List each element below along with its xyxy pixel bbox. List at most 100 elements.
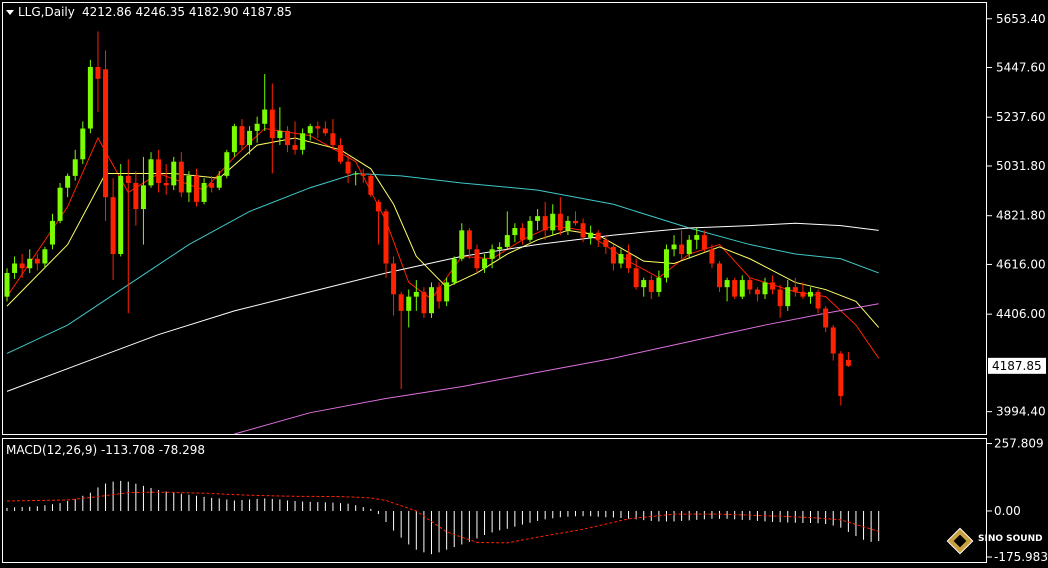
- price-tick-label: 5237.60: [996, 110, 1046, 124]
- price-tick-label: 5447.60: [996, 61, 1046, 75]
- candle-body: [504, 235, 510, 247]
- candle-body: [474, 249, 480, 269]
- candle-body: [482, 258, 488, 269]
- candle-body: [338, 145, 344, 162]
- candle: [148, 152, 154, 188]
- candle: [739, 275, 745, 300]
- candle-body: [284, 130, 290, 146]
- candle-body: [451, 258, 457, 283]
- candle-body: [231, 126, 237, 153]
- candle-body: [95, 66, 101, 79]
- candle-body: [49, 220, 55, 245]
- candle-body: [626, 254, 632, 269]
- macd-signal-line: [6, 491, 879, 544]
- candle: [103, 50, 109, 221]
- candle-body: [322, 128, 328, 134]
- candle-body: [307, 126, 313, 134]
- candle-body: [178, 161, 184, 193]
- candle: [542, 201, 548, 240]
- candle: [428, 282, 434, 318]
- candle-body: [42, 249, 48, 264]
- candle: [754, 287, 760, 302]
- macd-tick-label: -175.983: [994, 550, 1048, 564]
- candle: [482, 254, 488, 273]
- candle: [830, 325, 836, 361]
- candle: [648, 275, 654, 300]
- candle-body: [140, 185, 146, 210]
- current-price-label: 4187.85: [992, 359, 1042, 373]
- candle: [451, 256, 457, 285]
- macd-title: MACD(12,26,9) -113.708 -78.298: [6, 443, 205, 457]
- candle: [34, 254, 40, 271]
- candle-body: [459, 230, 465, 259]
- candle-body: [588, 232, 594, 238]
- macd-tick-label: 257.809: [994, 436, 1044, 450]
- candle-body: [406, 296, 412, 311]
- candle-body: [133, 182, 139, 210]
- candle: [368, 173, 374, 198]
- candle-body: [19, 263, 25, 269]
- dropdown-triangle-icon[interactable]: [6, 10, 14, 15]
- candle-body: [80, 128, 86, 160]
- candle-body: [770, 282, 776, 290]
- candle-body: [694, 235, 700, 240]
- candle-body: [444, 282, 450, 302]
- candle-body: [269, 109, 275, 138]
- candle-body: [656, 277, 662, 292]
- candle: [671, 235, 677, 257]
- candle-body: [209, 182, 215, 188]
- candle-body: [845, 359, 851, 366]
- candle: [118, 164, 124, 257]
- moving-average-line: [6, 222, 879, 392]
- candle-body: [368, 175, 374, 195]
- candle: [413, 280, 419, 311]
- candle-body: [686, 239, 692, 255]
- candle: [823, 306, 829, 333]
- candle: [663, 244, 669, 283]
- candle-body: [573, 220, 578, 224]
- candle: [338, 137, 344, 165]
- candle-body: [603, 239, 609, 247]
- candle-body: [262, 109, 268, 124]
- candle-body: [118, 175, 124, 255]
- ohlc-value: 4182.90: [185, 5, 238, 19]
- moving-average-line: [6, 127, 880, 359]
- candle: [125, 159, 131, 314]
- candle-body: [201, 182, 207, 202]
- candle: [550, 204, 556, 236]
- candle-body: [216, 175, 222, 188]
- candle: [807, 287, 813, 304]
- candle-body: [148, 159, 154, 186]
- candle: [512, 223, 518, 243]
- candle-body: [830, 327, 836, 354]
- candle: [610, 244, 616, 271]
- candle: [588, 225, 594, 245]
- candle: [27, 249, 33, 273]
- candle-body: [254, 123, 260, 131]
- candle-body: [103, 69, 109, 198]
- candle: [527, 216, 533, 243]
- macd-histogram: [6, 480, 880, 555]
- candle-body: [300, 133, 306, 150]
- candle: [42, 246, 48, 269]
- candle-body: [428, 287, 434, 314]
- candle-body: [580, 223, 586, 238]
- candle: [80, 121, 86, 165]
- candle-body: [353, 173, 359, 175]
- candle-body: [398, 294, 404, 311]
- candle-body: [436, 287, 442, 302]
- candle: [641, 277, 647, 297]
- candle-body: [57, 187, 63, 221]
- candle: [785, 280, 791, 311]
- candle-body: [375, 201, 381, 212]
- candle: [838, 351, 844, 406]
- candle-body: [421, 291, 427, 314]
- candle-body: [34, 258, 40, 264]
- candle-body: [739, 280, 745, 297]
- candle-body: [194, 175, 199, 202]
- candle-body: [732, 280, 738, 297]
- price-tick-label: 5031.80: [996, 159, 1046, 173]
- candle: [709, 244, 715, 269]
- moving-average-line: [6, 137, 880, 328]
- candle: [504, 211, 510, 250]
